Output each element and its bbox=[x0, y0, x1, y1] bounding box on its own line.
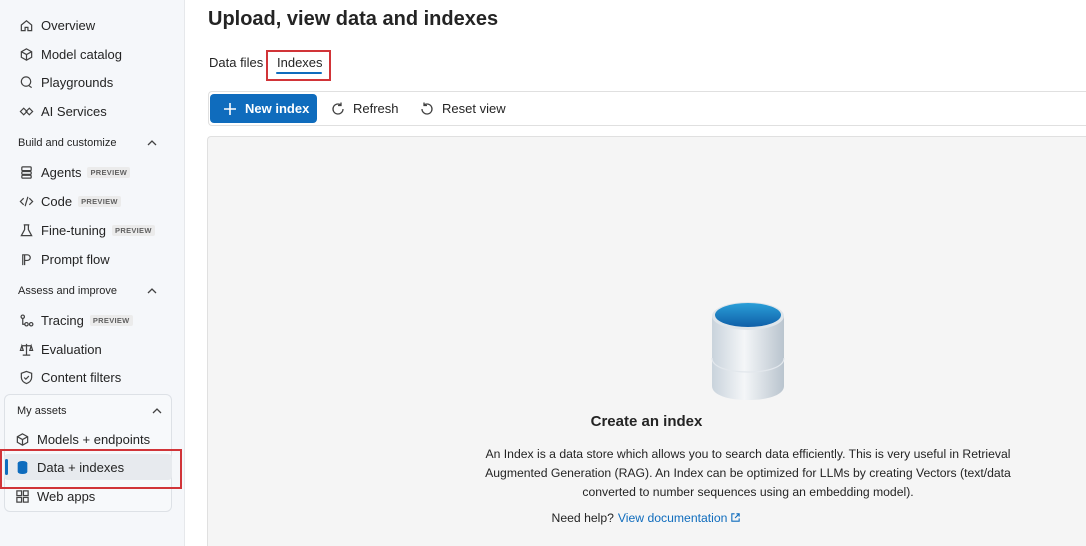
chevron-up-icon bbox=[146, 137, 158, 149]
page-title: Upload, view data and indexes bbox=[208, 8, 499, 30]
sidebar-item-tracing[interactable]: Tracing PREVIEW bbox=[0, 307, 185, 333]
section-header-my-assets[interactable]: My assets bbox=[17, 402, 163, 420]
sidebar-item-agents[interactable]: Agents PREVIEW bbox=[0, 159, 185, 185]
preview-badge: PREVIEW bbox=[112, 224, 155, 236]
sidebar-item-model-catalog[interactable]: Model catalog bbox=[0, 41, 185, 67]
services-icon bbox=[18, 103, 34, 119]
database-illustration-icon bbox=[711, 302, 785, 400]
chevron-up-icon bbox=[151, 405, 163, 417]
preview-badge: PREVIEW bbox=[87, 166, 131, 178]
sidebar-item-label: Model catalog bbox=[41, 46, 122, 62]
sidebar-item-label: Prompt flow bbox=[41, 251, 110, 267]
reset-view-label: Reset view bbox=[442, 101, 506, 116]
home-icon bbox=[18, 17, 34, 33]
tab-data-files[interactable]: Data files bbox=[209, 55, 263, 70]
sidebar-item-label: Tracing bbox=[41, 312, 84, 328]
section-title: Assess and improve bbox=[18, 285, 118, 297]
reset-view-button[interactable]: Reset view bbox=[419, 94, 506, 123]
highlight-box bbox=[266, 50, 331, 81]
sidebar-item-label: AI Services bbox=[41, 103, 107, 119]
sidebar-item-prompt-flow[interactable]: Prompt flow bbox=[0, 246, 185, 272]
refresh-button[interactable]: Refresh bbox=[330, 94, 399, 123]
sidebar-item-label: Overview bbox=[41, 17, 96, 33]
sidebar-item-code[interactable]: Code PREVIEW bbox=[0, 188, 185, 214]
tracing-icon bbox=[18, 312, 34, 328]
sidebar-item-label: Code bbox=[41, 193, 73, 209]
empty-state-title: Create an index bbox=[590, 413, 703, 430]
agents-icon bbox=[18, 164, 34, 180]
sidebar-item-label: Agents bbox=[41, 164, 82, 180]
new-index-label: New index bbox=[245, 101, 310, 116]
help-line: Need help? View documentation bbox=[207, 511, 1086, 525]
chevron-up-icon bbox=[146, 285, 158, 297]
cube-icon bbox=[18, 46, 34, 62]
preview-badge: PREVIEW bbox=[89, 314, 133, 326]
new-index-button[interactable]: New index bbox=[210, 94, 317, 123]
flow-icon bbox=[18, 251, 34, 267]
section-header-build[interactable]: Build and customize bbox=[18, 134, 158, 152]
sidebar-item-label: Playgrounds bbox=[41, 74, 114, 90]
sidebar-item-label: Models + endpoints bbox=[37, 431, 151, 447]
apps-icon bbox=[14, 488, 30, 504]
sidebar: Overview Model catalog Playgrounds AI Se… bbox=[0, 0, 185, 546]
cube-icon bbox=[14, 431, 30, 447]
plus-icon bbox=[222, 101, 238, 117]
preview-badge: PREVIEW bbox=[78, 195, 121, 207]
view-documentation-label: View documentation bbox=[617, 511, 728, 525]
shield-icon bbox=[18, 369, 34, 385]
refresh-label: Refresh bbox=[353, 101, 399, 116]
help-prefix: Need help? bbox=[551, 511, 614, 525]
sidebar-item-label: Fine-tuning bbox=[41, 222, 107, 238]
sidebar-item-ai-services[interactable]: AI Services bbox=[0, 98, 185, 124]
flask-icon bbox=[18, 222, 34, 238]
section-header-assess[interactable]: Assess and improve bbox=[18, 282, 158, 300]
sidebar-item-label: Web apps bbox=[37, 488, 96, 504]
sidebar-item-playgrounds[interactable]: Playgrounds bbox=[0, 69, 185, 95]
section-title: My assets bbox=[17, 405, 67, 417]
refresh-icon bbox=[330, 101, 346, 117]
sidebar-item-evaluation[interactable]: Evaluation bbox=[0, 336, 185, 362]
scale-icon bbox=[18, 341, 34, 357]
view-documentation-link[interactable]: View documentation bbox=[618, 511, 742, 525]
empty-state-description: An Index is a data store which allows yo… bbox=[485, 447, 1011, 499]
code-icon bbox=[18, 193, 34, 209]
sidebar-item-label: Evaluation bbox=[41, 341, 102, 357]
sidebar-item-label: Content filters bbox=[41, 369, 122, 385]
sidebar-item-overview[interactable]: Overview bbox=[0, 12, 185, 38]
section-title: Build and customize bbox=[18, 137, 117, 149]
sidebar-item-content-filters[interactable]: Content filters bbox=[0, 364, 185, 390]
undo-icon bbox=[419, 101, 435, 117]
chat-icon bbox=[18, 74, 34, 90]
highlight-box bbox=[0, 449, 182, 489]
external-link-icon bbox=[730, 512, 741, 523]
sidebar-item-fine-tuning[interactable]: Fine-tuning PREVIEW bbox=[0, 217, 185, 243]
